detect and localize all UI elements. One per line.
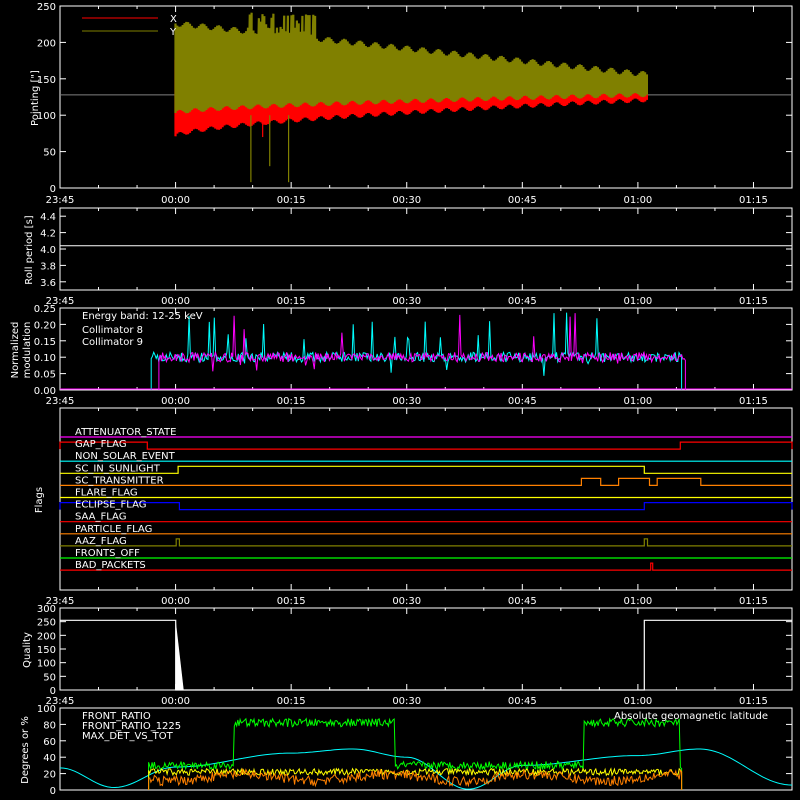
- y-tick-label: 0.20: [34, 320, 56, 331]
- x-tick-label: 00:30: [392, 195, 421, 206]
- x-tick-label: 01:15: [739, 596, 768, 607]
- y-tick-label: 250: [37, 618, 56, 629]
- x-tick-label: 00:00: [161, 195, 190, 206]
- flag-label-eclipse-flag: ECLIPSE_FLAG: [75, 500, 146, 511]
- y-tick-label: 200: [37, 631, 56, 642]
- y-tick-label: 20: [43, 770, 56, 781]
- legend-label-y: Y: [169, 27, 177, 38]
- y-tick-label: 150: [37, 75, 56, 86]
- y-axis-label-modulation-2: modulation: [22, 322, 33, 379]
- x-tick-label: 01:15: [739, 696, 768, 707]
- legend-label-x: X: [170, 14, 177, 25]
- x-tick-label: 00:15: [277, 296, 306, 307]
- x-tick-label: 00:30: [392, 696, 421, 707]
- x-tick-label: 00:00: [161, 696, 190, 707]
- flag-label-non-solar-event: NON_SOLAR_EVENT: [75, 451, 176, 462]
- y-tick-label: 60: [43, 737, 56, 748]
- chart-stage: Pointing ["] 050100150200250 23:45 00:00 0…: [0, 0, 800, 800]
- y-tick-label: 0.05: [34, 370, 56, 381]
- flag-label-aaz-flag: AAZ_FLAG: [75, 536, 127, 547]
- flag-label-flare-flag: FLARE_FLAG: [75, 488, 138, 499]
- flag-label-sc-transmitter: SC_TRANSMITTER: [75, 475, 164, 486]
- x-tick-label: 01:00: [623, 696, 652, 707]
- y-tick-label: 150: [37, 645, 56, 656]
- y-tick-label: 100: [37, 659, 56, 670]
- y-tick-label: 3.8: [40, 261, 56, 272]
- y-axis-label-modulation-1: Normalized: [10, 322, 21, 379]
- x-tick-label: 00:45: [508, 696, 537, 707]
- y-tick-label: 0: [50, 184, 56, 195]
- y-tick-label: 40: [43, 753, 56, 764]
- x-tick-label: 00:00: [161, 396, 190, 407]
- y-tick-label: 0.25: [34, 304, 56, 315]
- x-tick-label: 01:00: [623, 396, 652, 407]
- x-tick-label: 00:30: [392, 396, 421, 407]
- y-axis-label-roll-period: Roll period [s]: [24, 215, 35, 284]
- x-tick-label: 00:45: [508, 296, 537, 307]
- x-tick-label: 00:15: [277, 696, 306, 707]
- x-tick-label: 23:45: [46, 195, 75, 206]
- y-tick-label: 200: [37, 38, 56, 49]
- y-tick-label: 0.15: [34, 337, 56, 348]
- flag-label-gap-flag: GAP_FLAG: [75, 439, 127, 450]
- x-tick-label: 01:15: [739, 396, 768, 407]
- x-tick-label: 01:00: [623, 296, 652, 307]
- x-tick-label: 01:15: [739, 195, 768, 206]
- x-tick-label: 01:15: [739, 296, 768, 307]
- flag-label-fronts-off: FRONTS_OFF: [75, 548, 140, 559]
- x-tick-label: 00:30: [392, 296, 421, 307]
- flag-label-particle-flag: PARTICLE_FLAG: [75, 524, 152, 535]
- x-tick-label: 00:15: [277, 195, 306, 206]
- x-tick-label: 00:00: [161, 296, 190, 307]
- y-tick-label: 100: [37, 111, 56, 122]
- x-tick-label: 23:45: [46, 396, 75, 407]
- flag-label-sc-in-sunlight: SC_IN_SUNLIGHT: [75, 463, 161, 474]
- y-axis-label-ratios: Degrees or %: [20, 716, 31, 784]
- y-tick-label: 80: [43, 720, 56, 731]
- y-tick-label: 100: [37, 704, 56, 715]
- legend-label-latitude: Absolute geomagnetic latitude: [614, 711, 768, 722]
- annotation-energy-band: Energy band: 12-25 keV: [82, 311, 203, 322]
- x-tick-label: 00:45: [508, 396, 537, 407]
- y-tick-label: 300: [37, 604, 56, 615]
- y-tick-label: 250: [37, 2, 56, 13]
- flag-label-attenuator-state: ATTENUATOR_STATE: [75, 427, 176, 438]
- legend-label-collimator-9: Collimator 9: [82, 337, 143, 348]
- x-tick-label: 01:00: [623, 195, 652, 206]
- flag-label-saa-flag: SAA_FLAG: [75, 512, 126, 523]
- x-tick-label: 01:00: [623, 596, 652, 607]
- y-tick-label: 4.4: [40, 212, 56, 223]
- y-tick-label: 0: [50, 786, 56, 797]
- x-tick-label: 00:30: [392, 596, 421, 607]
- y-tick-label: 4.0: [40, 245, 56, 256]
- x-tick-label: 00:45: [508, 195, 537, 206]
- x-tick-label: 00:00: [161, 596, 190, 607]
- y-tick-label: 0.10: [34, 353, 56, 364]
- x-tick-label: 00:45: [508, 596, 537, 607]
- y-tick-label: 4.2: [40, 229, 56, 240]
- flag-label-bad-packets: BAD_PACKETS: [75, 560, 146, 571]
- y-tick-label: 50: [43, 148, 56, 159]
- legend-label-collimator-8: Collimator 8: [82, 325, 143, 336]
- y-tick-label: 3.6: [40, 278, 56, 289]
- y-axis-label-quality: Quality: [22, 632, 33, 668]
- legend-modulation: Collimator 8Collimator 9: [82, 325, 143, 348]
- x-tick-label: 00:15: [277, 396, 306, 407]
- y-axis-label-flags: Flags: [34, 487, 45, 513]
- legend-label-max-det-vs-tot: MAX_DET_VS_TOT: [82, 731, 174, 742]
- x-tick-label: 00:15: [277, 596, 306, 607]
- y-tick-label: 50: [43, 672, 56, 683]
